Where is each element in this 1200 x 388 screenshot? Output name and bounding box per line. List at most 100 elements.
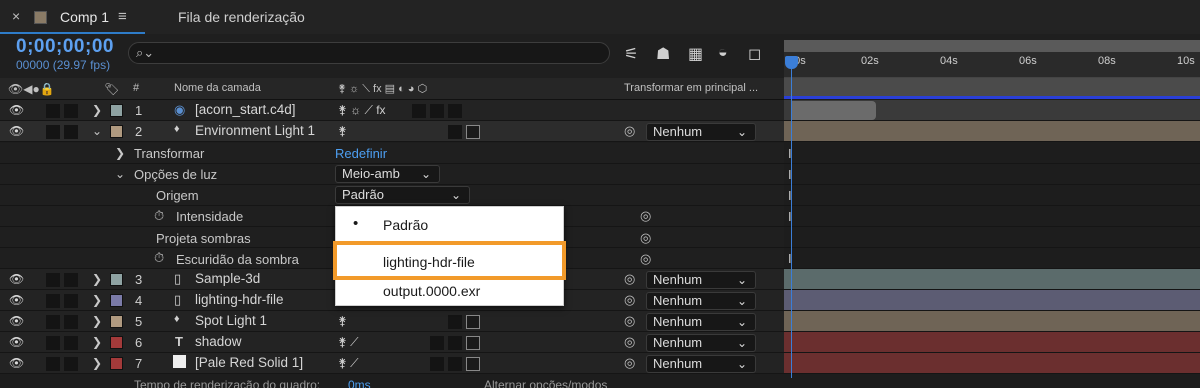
eye-icon[interactable]: 👁 xyxy=(9,335,24,349)
pick-whip-icon[interactable]: ◎ xyxy=(624,271,635,287)
pick-whip-icon[interactable]: ◎ xyxy=(624,123,635,139)
3d-layer-switch[interactable] xyxy=(466,125,480,139)
panel-menu-icon[interactable]: ≡ xyxy=(118,8,127,25)
frame-blending-icon[interactable]: ▦ xyxy=(688,44,703,64)
toggle-switches-modes[interactable]: Alternar opções/modos xyxy=(484,378,607,388)
layer-switches[interactable]: ⚵ xyxy=(338,124,347,138)
label-color[interactable] xyxy=(110,125,123,138)
composition-flowchart-icon[interactable]: ⚟ xyxy=(624,44,638,64)
stopwatch-icon[interactable]: ⏱ xyxy=(154,208,164,224)
parent-dropdown[interactable]: Nenhum ⌄ xyxy=(646,292,756,310)
layer-bar[interactable] xyxy=(792,101,876,120)
menu-item-padrao[interactable]: • Padrão xyxy=(336,213,565,237)
pick-whip-icon[interactable]: ◎ xyxy=(640,208,651,224)
label-color[interactable] xyxy=(110,104,123,117)
layer-name[interactable]: lighting-hdr-file xyxy=(195,292,284,307)
lock-toggle[interactable] xyxy=(64,125,78,139)
lock-toggle[interactable] xyxy=(64,273,78,287)
audio-toggle[interactable] xyxy=(46,294,60,308)
draft-3d-icon[interactable]: ☗ xyxy=(656,44,670,64)
lock-toggle[interactable] xyxy=(64,336,78,350)
graph-editor-icon[interactable]: ◻ xyxy=(748,44,761,64)
switch-box[interactable] xyxy=(430,357,444,371)
layer-bar[interactable] xyxy=(784,353,1200,374)
3d-layer-switch[interactable] xyxy=(466,357,480,371)
chevron-down-icon[interactable]: ⌄ xyxy=(92,124,102,138)
current-time-display[interactable]: 0;00;00;00 xyxy=(16,36,114,58)
playhead-handle[interactable] xyxy=(785,56,798,69)
switch-box[interactable] xyxy=(412,104,426,118)
layer-bar[interactable] xyxy=(784,311,1200,332)
switch-box[interactable] xyxy=(448,104,462,118)
pick-whip-icon[interactable]: ◎ xyxy=(624,355,635,371)
motion-blur-icon[interactable]: ◒ xyxy=(718,44,728,62)
light-type-dropdown[interactable]: Meio-amb ⌄ xyxy=(335,165,440,183)
eye-icon[interactable]: 👁 xyxy=(9,314,24,328)
parent-dropdown[interactable]: Nenhum ⌄ xyxy=(646,355,756,373)
origin-dropdown[interactable]: Padrão ⌄ xyxy=(335,186,470,204)
lock-toggle[interactable] xyxy=(64,104,78,118)
label-color[interactable] xyxy=(110,294,123,307)
switch-box[interactable] xyxy=(448,125,462,139)
timeline-navigator[interactable] xyxy=(784,40,1200,52)
eye-icon[interactable]: 👁 xyxy=(9,293,24,307)
layer-switches[interactable]: ⚵ ⟋ xyxy=(338,356,359,371)
pick-whip-icon[interactable]: ◎ xyxy=(624,292,635,308)
tab-comp-1[interactable]: Comp 1 xyxy=(60,9,109,25)
parent-dropdown[interactable]: Nenhum ⌄ xyxy=(646,271,756,289)
layer-bar[interactable] xyxy=(784,332,1200,353)
tab-render-queue[interactable]: Fila de renderização xyxy=(178,9,305,25)
chevron-right-icon[interactable]: ❯ xyxy=(92,272,102,286)
eye-icon[interactable]: 👁 xyxy=(9,124,24,138)
chevron-right-icon[interactable]: ❯ xyxy=(115,146,125,160)
layer-switches[interactable]: ⚵ xyxy=(338,314,347,328)
layer-name-header[interactable]: Nome da camada xyxy=(174,82,261,94)
time-ruler[interactable] xyxy=(784,52,1200,78)
switch-box[interactable] xyxy=(448,336,462,350)
layer-switches[interactable]: ⚵ ☼ ⟋ fx xyxy=(338,103,386,118)
switch-box[interactable] xyxy=(430,104,444,118)
work-area-bar[interactable] xyxy=(784,78,1200,96)
search-input[interactable] xyxy=(128,42,610,64)
parent-dropdown[interactable]: Nenhum ⌄ xyxy=(646,334,756,352)
layer-bar[interactable] xyxy=(784,269,1200,290)
menu-item-output-exr[interactable]: output.0000.exr xyxy=(336,279,565,303)
layer-name[interactable]: Spot Light 1 xyxy=(195,313,267,328)
audio-toggle[interactable] xyxy=(46,336,60,350)
chevron-right-icon[interactable]: ❯ xyxy=(92,314,102,328)
audio-toggle[interactable] xyxy=(46,315,60,329)
pick-whip-icon[interactable]: ◎ xyxy=(640,251,651,267)
chevron-right-icon[interactable]: ❯ xyxy=(92,103,102,117)
eye-icon[interactable]: 👁 xyxy=(9,103,24,117)
close-tab-icon[interactable]: × xyxy=(12,8,20,24)
3d-layer-switch[interactable] xyxy=(466,336,480,350)
label-color[interactable] xyxy=(110,336,123,349)
reset-link[interactable]: Redefinir xyxy=(335,146,387,161)
switch-box[interactable] xyxy=(448,357,462,371)
label-color[interactable] xyxy=(110,273,123,286)
audio-toggle[interactable] xyxy=(46,357,60,371)
chevron-down-icon[interactable]: ⌄ xyxy=(115,167,125,181)
lock-toggle[interactable] xyxy=(64,357,78,371)
pick-whip-icon[interactable]: ◎ xyxy=(624,313,635,329)
light-options-group[interactable]: Opções de luz xyxy=(134,167,217,182)
parent-dropdown[interactable]: Nenhum ⌄ xyxy=(646,313,756,331)
pick-whip-icon[interactable]: ◎ xyxy=(640,230,651,246)
eye-icon[interactable]: 👁 xyxy=(9,272,24,286)
layer-name[interactable]: [acorn_start.c4d] xyxy=(195,102,296,117)
layer-name[interactable]: Sample-3d xyxy=(195,271,260,286)
chevron-right-icon[interactable]: ❯ xyxy=(92,356,102,370)
layer-switches[interactable]: ⚵ ⟋ xyxy=(338,335,359,350)
eye-icon[interactable]: 👁 xyxy=(9,356,24,370)
stopwatch-icon[interactable]: ⏱ xyxy=(154,250,164,266)
layer-name[interactable]: [Pale Red Solid 1] xyxy=(195,355,303,370)
switch-box[interactable] xyxy=(430,336,444,350)
pick-whip-icon[interactable]: ◎ xyxy=(624,334,635,350)
label-color[interactable] xyxy=(110,315,123,328)
audio-toggle[interactable] xyxy=(46,273,60,287)
lock-toggle[interactable] xyxy=(64,294,78,308)
chevron-right-icon[interactable]: ❯ xyxy=(92,293,102,307)
audio-toggle[interactable] xyxy=(46,125,60,139)
audio-toggle[interactable] xyxy=(46,104,60,118)
chevron-right-icon[interactable]: ❯ xyxy=(92,335,102,349)
